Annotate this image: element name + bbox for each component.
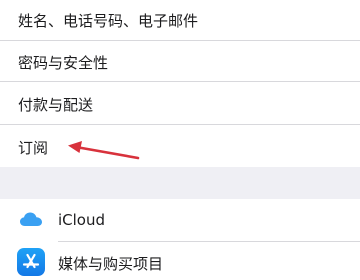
settings-row-payment-shipping[interactable]: 付款与配送 [0,82,360,124]
settings-row-name-phone-email[interactable]: 姓名、电话号码、电子邮件 [0,0,360,40]
settings-row-label: 姓名、电话号码、电子邮件 [18,12,199,30]
annotation-arrow-icon [68,141,140,160]
app-store-icon [17,248,45,276]
settings-row-password-security[interactable]: 密码与安全性 [0,41,360,81]
settings-row-subscriptions[interactable]: 订阅 [0,125,360,167]
settings-row-icloud[interactable]: iCloud [0,199,360,241]
settings-row-label: 密码与安全性 [18,54,109,72]
settings-row-label: 订阅 [18,139,49,157]
settings-screen: 姓名、电话号码、电子邮件 密码与安全性 付款与配送 订阅 iCloud 媒体与购… [0,0,360,280]
settings-row-label: 付款与配送 [18,96,94,114]
icloud-icon [17,206,45,234]
section-gap [0,167,360,199]
settings-row-label: 媒体与购买项目 [58,255,164,273]
settings-row-label: iCloud [58,211,106,229]
settings-row-media-purchases[interactable]: 媒体与购买项目 [0,242,360,280]
